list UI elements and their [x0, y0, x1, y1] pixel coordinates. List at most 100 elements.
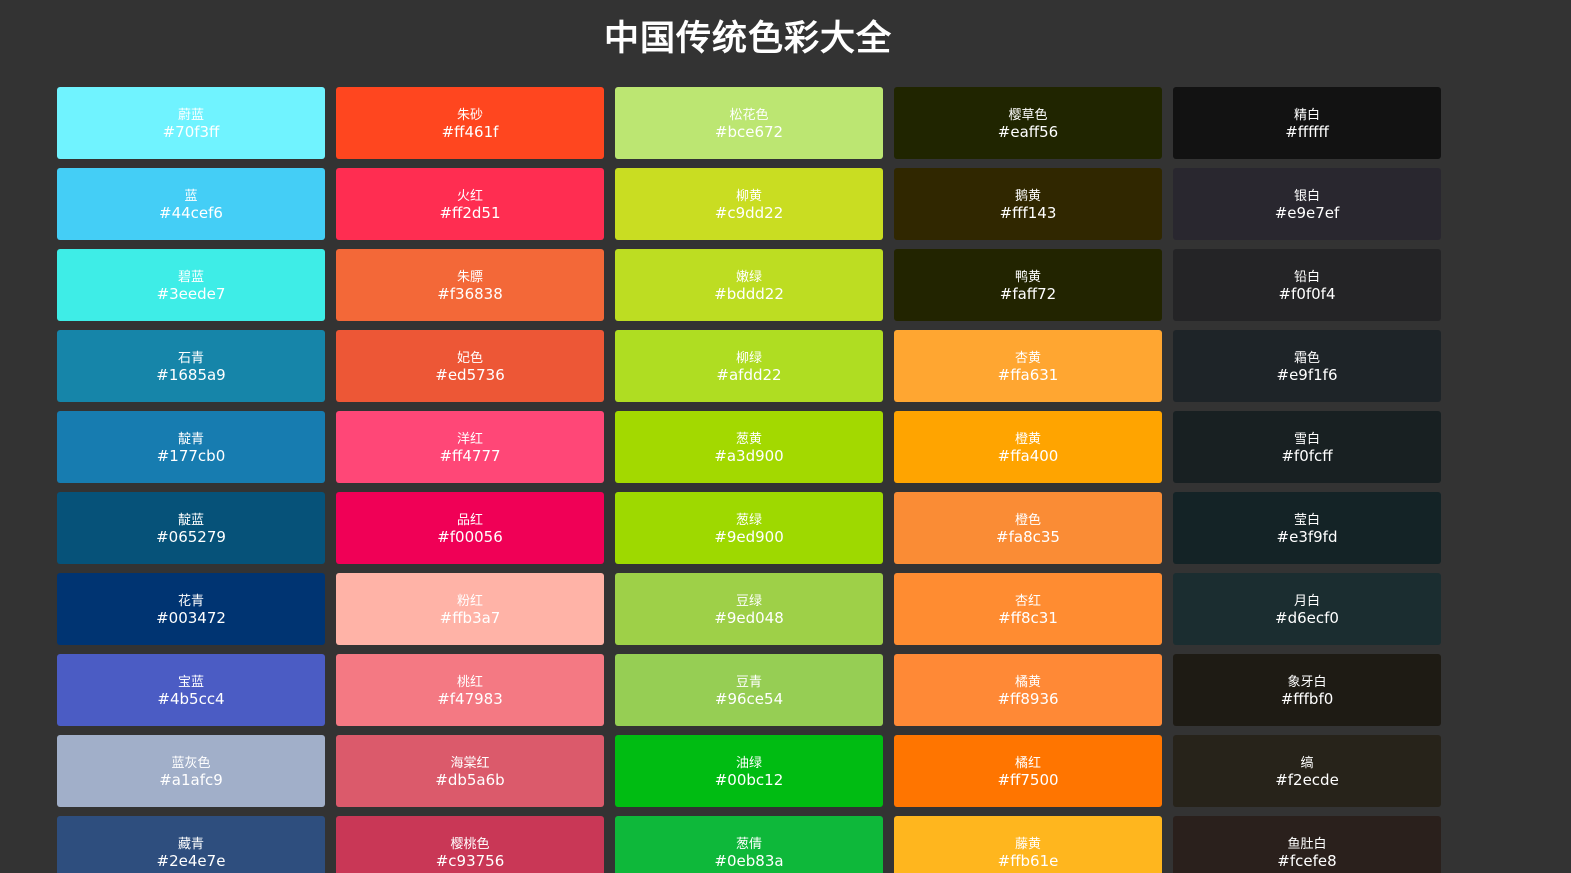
- color-swatch[interactable]: 豆绿 #9ed048: [615, 573, 883, 645]
- color-swatch[interactable]: 橙色 #fa8c35: [894, 492, 1162, 564]
- color-swatch[interactable]: 杏黄 #ffa631: [894, 330, 1162, 402]
- color-name: 莹白: [1293, 513, 1320, 528]
- color-hex: #0eb83a: [714, 852, 784, 870]
- color-swatch[interactable]: 火红 #ff2d51: [336, 168, 604, 240]
- color-name: 蓝灰色: [171, 756, 211, 771]
- color-name: 霜色: [1293, 351, 1320, 366]
- color-hex: #eaff56: [997, 123, 1059, 141]
- color-hex: #96ce54: [714, 690, 784, 708]
- color-swatch[interactable]: 鹅黄 #fff143: [894, 168, 1162, 240]
- color-hex: #ff4777: [439, 447, 501, 465]
- page: 中国传统色彩大全 蔚蓝 #70f3ff 朱砂 #ff461f 松花色 #bce672 樱草色…: [0, 0, 1571, 873]
- color-name: 松花色: [729, 108, 769, 123]
- color-name: 宝蓝: [177, 675, 204, 690]
- color-hex: #d6ecf0: [1275, 609, 1339, 627]
- color-name: 铅白: [1293, 270, 1320, 285]
- color-hex: #70f3ff: [162, 123, 220, 141]
- color-swatch[interactable]: 银白 #e9e7ef: [1173, 168, 1441, 240]
- color-name: 豆绿: [735, 594, 762, 609]
- color-swatch[interactable]: 橙黄 #ffa400: [894, 411, 1162, 483]
- color-name: 油绿: [735, 756, 762, 771]
- color-swatch[interactable]: 靛蓝 #065279: [57, 492, 325, 564]
- color-hex: #bddd22: [714, 285, 784, 303]
- color-swatch[interactable]: 蓝灰色 #a1afc9: [57, 735, 325, 807]
- color-hex: #ff8c31: [998, 609, 1058, 627]
- color-hex: #c93756: [435, 852, 505, 870]
- color-swatch[interactable]: 鱼肚白 #fcefe8: [1173, 816, 1441, 873]
- color-name: 桃红: [456, 675, 483, 690]
- color-hex: #9ed900: [714, 528, 784, 546]
- color-hex: #ff7500: [997, 771, 1059, 789]
- color-swatch[interactable]: 朱砂 #ff461f: [336, 87, 604, 159]
- color-swatch[interactable]: 樱桃色 #c93756: [336, 816, 604, 873]
- color-name: 洋红: [456, 432, 483, 447]
- color-swatch[interactable]: 杏红 #ff8c31: [894, 573, 1162, 645]
- color-name: 粉红: [456, 594, 483, 609]
- color-swatch[interactable]: 海棠红 #db5a6b: [336, 735, 604, 807]
- color-swatch[interactable]: 缟 #f2ecde: [1173, 735, 1441, 807]
- color-swatch[interactable]: 桃红 #f47983: [336, 654, 604, 726]
- color-name: 海棠红: [450, 756, 490, 771]
- color-hex: #f0fcff: [1281, 447, 1333, 465]
- color-hex: #ffa631: [997, 366, 1059, 384]
- color-hex: #ff2d51: [439, 204, 501, 222]
- color-swatch[interactable]: 雪白 #f0fcff: [1173, 411, 1441, 483]
- color-hex: #e9e7ef: [1274, 204, 1340, 222]
- color-swatch[interactable]: 洋红 #ff4777: [336, 411, 604, 483]
- color-name: 柳黄: [735, 189, 762, 204]
- color-hex: #f36838: [437, 285, 503, 303]
- color-name: 樱草色: [1008, 108, 1048, 123]
- color-name: 朱膘: [456, 270, 483, 285]
- color-swatch[interactable]: 藏青 #2e4e7e: [57, 816, 325, 873]
- color-swatch[interactable]: 莹白 #e3f9fd: [1173, 492, 1441, 564]
- color-hex: #00bc12: [714, 771, 784, 789]
- color-swatch[interactable]: 橘红 #ff7500: [894, 735, 1162, 807]
- color-swatch[interactable]: 象牙白 #fffbf0: [1173, 654, 1441, 726]
- color-swatch[interactable]: 石青 #1685a9: [57, 330, 325, 402]
- color-name: 象牙白: [1287, 675, 1327, 690]
- color-swatch[interactable]: 花青 #003472: [57, 573, 325, 645]
- color-swatch[interactable]: 精白 #ffffff: [1173, 87, 1441, 159]
- color-name: 豆青: [735, 675, 762, 690]
- color-name: 杏黄: [1014, 351, 1041, 366]
- color-swatch[interactable]: 橘黄 #ff8936: [894, 654, 1162, 726]
- color-swatch[interactable]: 嫩绿 #bddd22: [615, 249, 883, 321]
- color-swatch[interactable]: 葱黄 #a3d900: [615, 411, 883, 483]
- color-swatch[interactable]: 油绿 #00bc12: [615, 735, 883, 807]
- color-name: 火红: [456, 189, 483, 204]
- color-hex: #f00056: [437, 528, 503, 546]
- color-swatch[interactable]: 铅白 #f0f0f4: [1173, 249, 1441, 321]
- color-swatch[interactable]: 粉红 #ffb3a7: [336, 573, 604, 645]
- color-hex: #fffbf0: [1280, 690, 1334, 708]
- color-hex: #065279: [156, 528, 226, 546]
- page-title: 中国传统色彩大全: [603, 19, 892, 59]
- color-name: 靛青: [177, 432, 204, 447]
- color-swatch[interactable]: 蔚蓝 #70f3ff: [57, 87, 325, 159]
- color-hex: #afdd22: [716, 366, 782, 384]
- color-swatch[interactable]: 樱草色 #eaff56: [894, 87, 1162, 159]
- color-swatch[interactable]: 靛青 #177cb0: [57, 411, 325, 483]
- color-swatch[interactable]: 葱绿 #9ed900: [615, 492, 883, 564]
- color-swatch[interactable]: 妃色 #ed5736: [336, 330, 604, 402]
- color-swatch[interactable]: 松花色 #bce672: [615, 87, 883, 159]
- color-hex: #ffb61e: [997, 852, 1059, 870]
- color-swatch[interactable]: 碧蓝 #3eede7: [57, 249, 325, 321]
- color-swatch[interactable]: 品红 #f00056: [336, 492, 604, 564]
- color-swatch[interactable]: 豆青 #96ce54: [615, 654, 883, 726]
- color-swatch[interactable]: 朱膘 #f36838: [336, 249, 604, 321]
- color-name: 碧蓝: [177, 270, 204, 285]
- color-swatch[interactable]: 藤黄 #ffb61e: [894, 816, 1162, 873]
- color-hex: #f0f0f4: [1278, 285, 1336, 303]
- color-name: 朱砂: [456, 108, 483, 123]
- color-swatch[interactable]: 霜色 #e9f1f6: [1173, 330, 1441, 402]
- color-name: 橙色: [1014, 513, 1041, 528]
- color-name: 花青: [177, 594, 204, 609]
- color-hex: #2e4e7e: [156, 852, 226, 870]
- color-swatch[interactable]: 葱倩 #0eb83a: [615, 816, 883, 873]
- color-swatch[interactable]: 蓝 #44cef6: [57, 168, 325, 240]
- color-swatch[interactable]: 柳绿 #afdd22: [615, 330, 883, 402]
- color-swatch[interactable]: 宝蓝 #4b5cc4: [57, 654, 325, 726]
- color-swatch[interactable]: 柳黄 #c9dd22: [615, 168, 883, 240]
- color-swatch[interactable]: 月白 #d6ecf0: [1173, 573, 1441, 645]
- color-swatch[interactable]: 鸭黄 #faff72: [894, 249, 1162, 321]
